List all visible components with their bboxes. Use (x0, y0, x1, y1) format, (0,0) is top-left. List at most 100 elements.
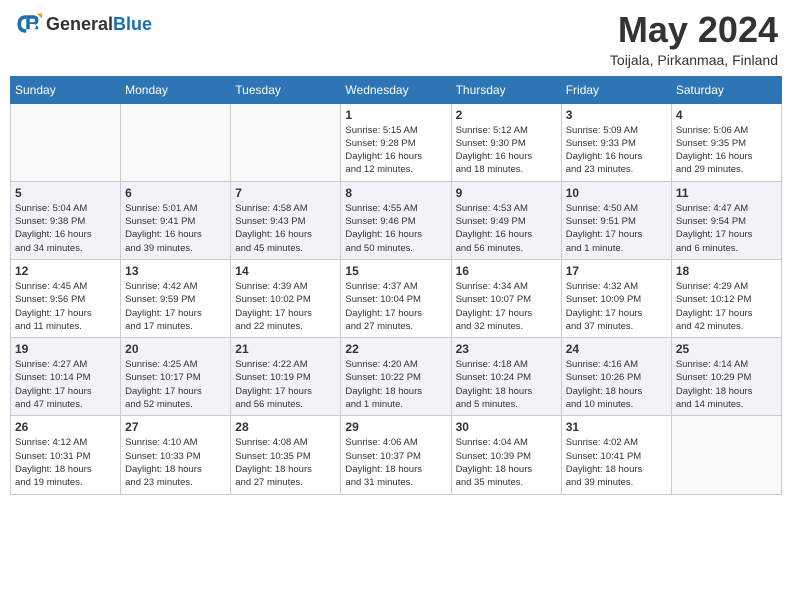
logo: GeneralBlue (14, 10, 152, 38)
day-number: 31 (566, 420, 667, 434)
day-cell: 30 Sunrise: 4:04 AM Sunset: 10:39 PM Dayl… (451, 416, 561, 494)
day-info: Sunrise: 4:20 AM Sunset: 10:22 PM Daylig… (345, 358, 446, 411)
weekday-header-friday: Friday (561, 76, 671, 103)
day-number: 13 (125, 264, 226, 278)
day-cell (121, 103, 231, 181)
day-info: Sunrise: 4:58 AM Sunset: 9:43 PM Dayligh… (235, 202, 336, 255)
day-cell: 3 Sunrise: 5:09 AM Sunset: 9:33 PM Daylig… (561, 103, 671, 181)
day-cell: 24Sunrise: 4:16 AM Sunset: 10:26 PM Dayl… (561, 338, 671, 416)
day-number: 20 (125, 342, 226, 356)
day-cell: 18 Sunrise: 4:29 AM Sunset: 10:12 PM Dayl… (671, 259, 781, 337)
day-number: 28 (235, 420, 336, 434)
logo-text: GeneralBlue (46, 15, 152, 33)
day-info: Sunrise: 5:09 AM Sunset: 9:33 PM Dayligh… (566, 124, 667, 177)
day-number: 17 (566, 264, 667, 278)
day-info: Sunrise: 4:27 AM Sunset: 10:14 PM Daylig… (15, 358, 116, 411)
day-info: Sunrise: 4:22 AM Sunset: 10:19 PM Daylig… (235, 358, 336, 411)
day-info: Sunrise: 4:29 AM Sunset: 10:12 PM Daylig… (676, 280, 777, 333)
day-number: 18 (676, 264, 777, 278)
day-number: 7 (235, 186, 336, 200)
day-info: Sunrise: 4:34 AM Sunset: 10:07 PM Daylig… (456, 280, 557, 333)
day-info: Sunrise: 4:04 AM Sunset: 10:39 PM Daylig… (456, 436, 557, 489)
weekday-header-tuesday: Tuesday (231, 76, 341, 103)
day-info: Sunrise: 4:45 AM Sunset: 9:56 PM Dayligh… (15, 280, 116, 333)
day-number: 10 (566, 186, 667, 200)
day-cell: 17 Sunrise: 4:32 AM Sunset: 10:09 PM Dayl… (561, 259, 671, 337)
day-info: Sunrise: 4:14 AM Sunset: 10:29 PM Daylig… (676, 358, 777, 411)
day-cell: 7 Sunrise: 4:58 AM Sunset: 9:43 PM Daylig… (231, 181, 341, 259)
day-number: 5 (15, 186, 116, 200)
weekday-header-wednesday: Wednesday (341, 76, 451, 103)
day-number: 14 (235, 264, 336, 278)
day-cell: 19 Sunrise: 4:27 AM Sunset: 10:14 PM Dayl… (11, 338, 121, 416)
day-cell: 21Sunrise: 4:22 AM Sunset: 10:19 PM Dayl… (231, 338, 341, 416)
day-info: Sunrise: 4:55 AM Sunset: 9:46 PM Dayligh… (345, 202, 446, 255)
day-number: 8 (345, 186, 446, 200)
day-cell: 6 Sunrise: 5:01 AM Sunset: 9:41 PM Daylig… (121, 181, 231, 259)
day-number: 15 (345, 264, 446, 278)
day-number: 9 (456, 186, 557, 200)
day-number: 2 (456, 108, 557, 122)
logo-icon (14, 10, 42, 38)
day-number: 22 (345, 342, 446, 356)
day-number: 6 (125, 186, 226, 200)
day-info: Sunrise: 5:06 AM Sunset: 9:35 PM Dayligh… (676, 124, 777, 177)
weekday-header-saturday: Saturday (671, 76, 781, 103)
week-row-5: 26 Sunrise: 4:12 AM Sunset: 10:31 PM Dayl… (11, 416, 782, 494)
location: Toijala, Pirkanmaa, Finland (610, 52, 778, 68)
day-cell (231, 103, 341, 181)
day-cell (671, 416, 781, 494)
day-info: Sunrise: 5:12 AM Sunset: 9:30 PM Dayligh… (456, 124, 557, 177)
day-info: Sunrise: 4:53 AM Sunset: 9:49 PM Dayligh… (456, 202, 557, 255)
day-info: Sunrise: 4:08 AM Sunset: 10:35 PM Daylig… (235, 436, 336, 489)
day-info: Sunrise: 4:06 AM Sunset: 10:37 PM Daylig… (345, 436, 446, 489)
day-number: 1 (345, 108, 446, 122)
week-row-1: 1Sunrise: 5:15 AM Sunset: 9:28 PM Daylig… (11, 103, 782, 181)
day-info: Sunrise: 5:01 AM Sunset: 9:41 PM Dayligh… (125, 202, 226, 255)
day-info: Sunrise: 4:10 AM Sunset: 10:33 PM Daylig… (125, 436, 226, 489)
day-cell: 11 Sunrise: 4:47 AM Sunset: 9:54 PM Dayli… (671, 181, 781, 259)
day-cell: 5 Sunrise: 5:04 AM Sunset: 9:38 PM Daylig… (11, 181, 121, 259)
day-info: Sunrise: 4:37 AM Sunset: 10:04 PM Daylig… (345, 280, 446, 333)
day-cell: 2 Sunrise: 5:12 AM Sunset: 9:30 PM Daylig… (451, 103, 561, 181)
day-cell: 20Sunrise: 4:25 AM Sunset: 10:17 PM Dayl… (121, 338, 231, 416)
day-info: Sunrise: 5:04 AM Sunset: 9:38 PM Dayligh… (15, 202, 116, 255)
day-cell: 25Sunrise: 4:14 AM Sunset: 10:29 PM Dayl… (671, 338, 781, 416)
day-cell: 14 Sunrise: 4:39 AM Sunset: 10:02 PM Dayl… (231, 259, 341, 337)
day-info: Sunrise: 4:47 AM Sunset: 9:54 PM Dayligh… (676, 202, 777, 255)
month-title: May 2024 (610, 10, 778, 50)
day-cell: 1Sunrise: 5:15 AM Sunset: 9:28 PM Daylig… (341, 103, 451, 181)
day-info: Sunrise: 4:42 AM Sunset: 9:59 PM Dayligh… (125, 280, 226, 333)
day-number: 4 (676, 108, 777, 122)
week-row-3: 12Sunrise: 4:45 AM Sunset: 9:56 PM Dayli… (11, 259, 782, 337)
day-cell (11, 103, 121, 181)
day-number: 11 (676, 186, 777, 200)
day-info: Sunrise: 4:32 AM Sunset: 10:09 PM Daylig… (566, 280, 667, 333)
day-info: Sunrise: 4:39 AM Sunset: 10:02 PM Daylig… (235, 280, 336, 333)
day-cell: 28 Sunrise: 4:08 AM Sunset: 10:35 PM Dayl… (231, 416, 341, 494)
day-cell: 31 Sunrise: 4:02 AM Sunset: 10:41 PM Dayl… (561, 416, 671, 494)
weekday-header-row: SundayMondayTuesdayWednesdayThursdayFrid… (11, 76, 782, 103)
day-cell: 27 Sunrise: 4:10 AM Sunset: 10:33 PM Dayl… (121, 416, 231, 494)
day-cell: 12Sunrise: 4:45 AM Sunset: 9:56 PM Dayli… (11, 259, 121, 337)
day-cell: 16 Sunrise: 4:34 AM Sunset: 10:07 PM Dayl… (451, 259, 561, 337)
day-info: Sunrise: 4:50 AM Sunset: 9:51 PM Dayligh… (566, 202, 667, 255)
weekday-header-monday: Monday (121, 76, 231, 103)
day-number: 19 (15, 342, 116, 356)
day-number: 27 (125, 420, 226, 434)
day-info: Sunrise: 4:02 AM Sunset: 10:41 PM Daylig… (566, 436, 667, 489)
day-info: Sunrise: 4:12 AM Sunset: 10:31 PM Daylig… (15, 436, 116, 489)
day-number: 16 (456, 264, 557, 278)
day-info: Sunrise: 4:18 AM Sunset: 10:24 PM Daylig… (456, 358, 557, 411)
calendar-table: SundayMondayTuesdayWednesdayThursdayFrid… (10, 76, 782, 495)
title-area: May 2024 Toijala, Pirkanmaa, Finland (610, 10, 778, 68)
day-cell: 8 Sunrise: 4:55 AM Sunset: 9:46 PM Daylig… (341, 181, 451, 259)
day-cell: 15 Sunrise: 4:37 AM Sunset: 10:04 PM Dayl… (341, 259, 451, 337)
day-number: 3 (566, 108, 667, 122)
day-cell: 22 Sunrise: 4:20 AM Sunset: 10:22 PM Dayl… (341, 338, 451, 416)
week-row-4: 19 Sunrise: 4:27 AM Sunset: 10:14 PM Dayl… (11, 338, 782, 416)
day-number: 26 (15, 420, 116, 434)
day-info: Sunrise: 4:16 AM Sunset: 10:26 PM Daylig… (566, 358, 667, 411)
day-number: 29 (345, 420, 446, 434)
day-number: 30 (456, 420, 557, 434)
